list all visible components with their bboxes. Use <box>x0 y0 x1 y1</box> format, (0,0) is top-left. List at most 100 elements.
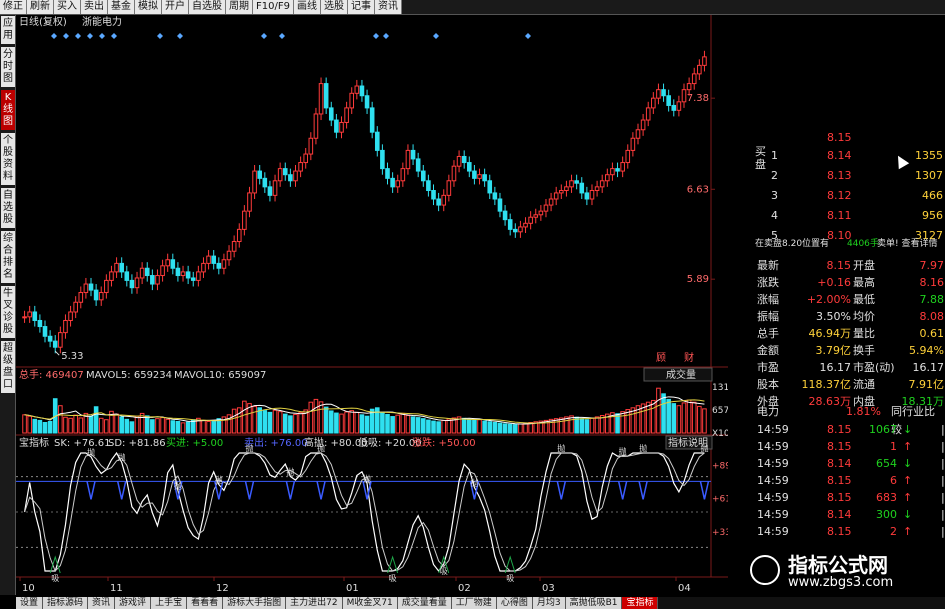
volume-bar <box>466 418 472 434</box>
candle-body <box>124 271 130 281</box>
x-axis-label: 10 <box>22 583 35 594</box>
tab-13[interactable]: 高抛低吸B1 <box>565 597 623 609</box>
bid-row-cell: 8.14 <box>827 149 852 162</box>
tab-2[interactable]: 资讯 <box>88 597 116 609</box>
volume-bar <box>584 419 590 434</box>
volume-bar <box>313 398 319 434</box>
volume-bar <box>344 411 349 434</box>
tab-1[interactable]: 指标源码 <box>43 597 89 609</box>
tab-3[interactable]: 游戏评 <box>115 597 152 609</box>
kline-chart: 日线(复权) 浙能电力7.386.635.895.33 顾财总手: 469407 MA… <box>16 15 728 594</box>
toolbar-item-13[interactable]: 资讯 <box>374 0 402 14</box>
sidebar-item-1[interactable]: 分时图 <box>1 47 15 87</box>
toolbar-item-3[interactable]: 卖出 <box>81 0 108 14</box>
candle-body <box>323 83 329 109</box>
quote-row-cell: 最高 <box>853 276 875 289</box>
summary-line-cell: 卖单! 查看详情 <box>877 239 938 249</box>
toolbar-item-8[interactable]: 周期 <box>226 0 253 14</box>
signal-diamond <box>433 33 439 39</box>
volume-bar <box>395 414 401 434</box>
candle-body <box>625 149 631 164</box>
volume-bar <box>73 414 78 434</box>
tab-4[interactable]: 上手宝 <box>151 597 188 609</box>
tab-0[interactable]: 设置 <box>16 597 44 609</box>
volume-dropdown-label: 成交量 <box>666 368 696 381</box>
volume-bar <box>482 420 487 434</box>
bid-row-cell: 1 <box>771 149 778 162</box>
signal-diamond <box>111 33 117 39</box>
candle-body <box>405 149 411 170</box>
volume-bar <box>415 417 421 434</box>
tick-row-cell: ↑ <box>903 440 913 453</box>
sell-signal-mark <box>86 481 96 500</box>
tick-row-cell: 8.15 <box>827 440 852 453</box>
candle-body <box>553 192 559 200</box>
candle-body <box>456 155 462 167</box>
volume-bar <box>231 408 237 434</box>
volume-header-2: MAVOL10: 659097 <box>174 370 266 381</box>
toolbar-item-5[interactable]: 模拟 <box>135 0 162 14</box>
order-row-top: 8.15 <box>755 129 945 147</box>
volume-bar <box>364 415 370 434</box>
volume-bar <box>318 401 324 434</box>
toolbar-item-7[interactable]: 自选股 <box>189 0 226 14</box>
toolbar-item-6[interactable]: 开户 <box>162 0 189 14</box>
sidebar-item-3[interactable]: 个股资料 <box>1 133 15 185</box>
toolbar-item-12[interactable]: 记事 <box>347 0 375 14</box>
candle-body <box>185 271 191 279</box>
indicator-header-2: SD: +81.86 <box>108 438 166 449</box>
candle-body <box>196 271 201 281</box>
sidebar-item-0[interactable]: 应用 <box>1 16 15 44</box>
volume-bar <box>420 418 426 434</box>
toolbar-item-1[interactable]: 刷新 <box>27 0 54 14</box>
sidebar-item-6[interactable]: 牛叉诊股 <box>1 286 15 338</box>
sidebar-item-5[interactable]: 综合排名 <box>1 231 15 283</box>
quote-row-cell: 3.50% <box>816 310 851 323</box>
volume-bar <box>323 406 329 434</box>
toolbar-item-11[interactable]: 选股 <box>320 0 348 14</box>
toolbar-item-10[interactable]: 画线 <box>293 0 321 14</box>
x-axis-label: 01 <box>346 583 359 594</box>
quote-row: 最新 8.15 开盘 7.97 <box>755 257 945 275</box>
tab-9[interactable]: 成交量看量 <box>397 597 452 609</box>
quote-row-cell: 最低 <box>853 293 875 306</box>
tab-7[interactable]: 主力进出72 <box>286 597 343 609</box>
tick-row-cell: ↑ <box>903 525 913 538</box>
volume-bar <box>104 419 109 434</box>
candle-body <box>150 275 155 285</box>
signal-diamond <box>99 33 105 39</box>
tab-11[interactable]: 心得图 <box>496 597 533 609</box>
price-axis-label: 7.38 <box>687 93 709 104</box>
sell-signal-mark <box>699 481 710 500</box>
tab-10[interactable]: 工厂物建 <box>451 597 497 609</box>
tick-row: 14:59 8.15 6 ↑ | <box>755 472 945 490</box>
candle-body <box>385 168 390 179</box>
tick-row-cell: 1 <box>890 440 897 453</box>
candle-body <box>257 170 263 179</box>
sidebar-item-2[interactable]: K线图 <box>1 90 15 130</box>
quote-row-cell: 118.37亿 <box>801 378 852 391</box>
volume-bar <box>47 420 53 434</box>
toolbar-item-2[interactable]: 买入 <box>54 0 81 14</box>
candle-body <box>328 107 334 121</box>
candle-body <box>52 340 58 348</box>
sidebar-item-7[interactable]: 超级盘口 <box>1 341 15 393</box>
quote-row: 振幅 3.50% 均价 8.08 <box>755 308 945 326</box>
toolbar-item-4[interactable]: 基金 <box>108 0 135 14</box>
tab-6[interactable]: 游标大手指图 <box>223 597 287 609</box>
volume-bar <box>502 423 508 434</box>
candle-body <box>502 210 508 221</box>
tab-12[interactable]: 月均3 <box>532 597 566 609</box>
volume-bar <box>211 420 216 434</box>
toolbar-item-0[interactable]: 修正 <box>0 0 27 14</box>
tick-row-cell: | <box>941 491 945 504</box>
sell-signal-mark <box>285 481 296 500</box>
tab-8[interactable]: M收金叉71 <box>342 597 398 609</box>
sidebar-item-4[interactable]: 自选股 <box>1 188 15 228</box>
candle-body <box>165 259 170 267</box>
stock-name: 浙能电力 <box>82 15 122 28</box>
toolbar-item-9[interactable]: F10/F9 <box>253 0 294 14</box>
tab-5[interactable]: 看看看 <box>187 597 224 609</box>
sell-signal-mark <box>316 481 326 500</box>
tab-14[interactable]: 宝指标 <box>622 597 659 609</box>
